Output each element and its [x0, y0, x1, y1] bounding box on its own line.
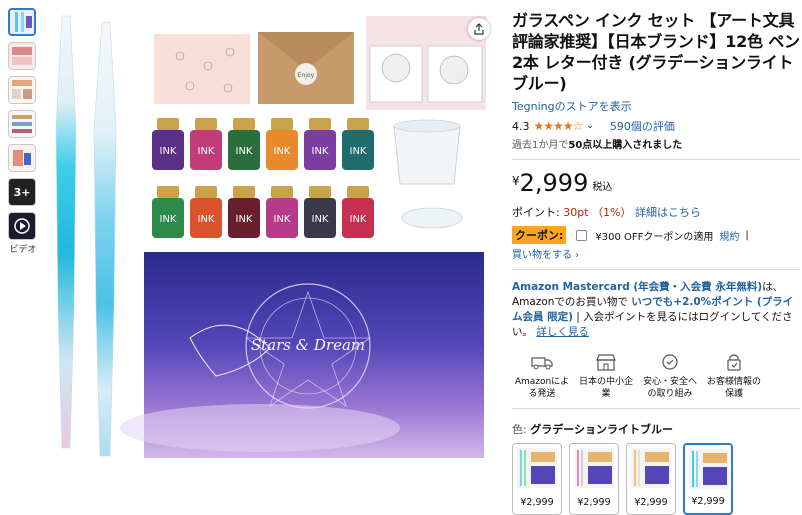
- play-icon: [14, 218, 30, 234]
- bottle-label: INK: [274, 146, 291, 157]
- feature-amazon-shipping[interactable]: Amazonによる発送: [512, 352, 572, 400]
- envelope: Enjoy: [258, 32, 354, 104]
- variant-image: [574, 448, 614, 488]
- bottle-cap: [347, 186, 369, 198]
- envelope-seal-text: Enjoy: [298, 72, 315, 79]
- video-label: ビデオ: [9, 245, 37, 255]
- feature-privacy[interactable]: お客様情報の保護: [704, 352, 764, 400]
- bottle-label: INK: [236, 146, 253, 157]
- bottle-cap: [347, 118, 369, 130]
- coupon-text: ¥300 OFFクーポンの適用: [595, 231, 714, 243]
- bottle-label: INK: [236, 214, 253, 225]
- bottle-cap: [157, 186, 179, 198]
- bottle-cap: [195, 186, 217, 198]
- color-swatches: ¥2,999 ¥2,999 ¥2,999 ¥2,999: [512, 443, 800, 515]
- bottle-cap: [157, 118, 179, 130]
- coupon-separator: |: [745, 229, 749, 241]
- truck-icon: [531, 357, 553, 370]
- shop-icon: [596, 354, 616, 371]
- variant-image: [689, 449, 729, 489]
- price-symbol: ¥: [512, 174, 520, 188]
- bottle-label: INK: [350, 146, 367, 157]
- continue-shopping-link[interactable]: 買い物をする ›: [512, 246, 800, 261]
- variant-image: [517, 448, 557, 488]
- rating-row: 4.3 ★★★★☆ ⌄ 590個の評価: [512, 118, 800, 134]
- variant-image: [631, 448, 671, 488]
- chevron-down-icon[interactable]: ⌄: [586, 121, 594, 131]
- product-info: ガラスペン インク セット 【アート文具評論家推奨】【日本ブランド】12色 ペン…: [512, 10, 800, 515]
- bottle-label: INK: [312, 146, 329, 157]
- points-details-link[interactable]: 詳細はこちら: [635, 206, 701, 219]
- mastercard-promo: Amazon Mastercard (年会費・入会費 永年無料)は、Amazon…: [512, 281, 794, 338]
- variant-swatch[interactable]: ¥2,999: [512, 443, 562, 515]
- variant-swatch[interactable]: ¥2,999: [569, 443, 619, 515]
- share-icon: [474, 23, 484, 35]
- bottle-cap: [195, 118, 217, 130]
- tax-label: 税込: [592, 182, 613, 193]
- bottle-label: INK: [312, 214, 329, 225]
- divider: [512, 159, 800, 160]
- variant-swatch-selected[interactable]: ¥2,999: [683, 443, 733, 515]
- coupon-row: クーポン: ¥300 OFFクーポンの適用 規約 |: [512, 226, 800, 244]
- points-value: 30pt （1%）: [563, 206, 632, 219]
- bottle-cap: [309, 118, 331, 130]
- lock-icon: [727, 354, 741, 371]
- price: 2,999: [519, 169, 589, 197]
- thumbnail-5[interactable]: [8, 144, 36, 172]
- coupon-checkbox[interactable]: [576, 229, 588, 241]
- coupon-terms-link[interactable]: 規約: [719, 228, 739, 243]
- variant-swatch[interactable]: ¥2,999: [626, 443, 676, 515]
- mastercard-name[interactable]: Amazon Mastercard (年会費・入会費 永年無料): [512, 281, 762, 293]
- learn-more-link[interactable]: 詳しく見る: [536, 326, 589, 338]
- bottle-cap: [271, 186, 293, 198]
- bottle-cap: [309, 186, 331, 198]
- feature-japan-sme[interactable]: 日本の中小企業: [576, 352, 636, 400]
- letter-card: [154, 34, 250, 104]
- bottle-label: INK: [160, 214, 177, 225]
- divider: [512, 408, 800, 409]
- feature-safety[interactable]: 安心・安全への取り組み: [640, 352, 700, 400]
- review-count-link[interactable]: 590個の評価: [610, 118, 675, 134]
- bottle-label: INK: [350, 214, 367, 225]
- thumbnail-1[interactable]: [8, 8, 36, 36]
- thumbnail-3[interactable]: [8, 76, 36, 104]
- bottle-label: INK: [198, 214, 215, 225]
- bottle-cap: [271, 118, 293, 130]
- bottle-label: INK: [274, 214, 291, 225]
- share-button[interactable]: [468, 18, 490, 40]
- color-label: 色: グラデーションライトブルー: [512, 423, 673, 436]
- box-title: Stars & Dream: [251, 336, 365, 354]
- rating-value: 4.3: [512, 119, 530, 133]
- thumbnail-2[interactable]: [8, 42, 36, 70]
- bottle-cap: [233, 118, 255, 130]
- thumbnail-more[interactable]: 3+: [8, 178, 36, 206]
- main-product-image[interactable]: Enjoy INK INK INK INK INK INK INK INK INK INK INK…: [40, 8, 492, 464]
- price-row: ¥ 2,999 税込: [512, 170, 800, 196]
- coupon-badge: クーポン:: [512, 226, 567, 244]
- bottle-label: INK: [198, 146, 215, 157]
- store-link[interactable]: Tegningのストアを表示: [512, 98, 800, 114]
- bottle-label: INK: [160, 146, 177, 157]
- bought-in-past-month: 過去1か月で50点以上購入されました: [512, 140, 683, 151]
- badge-icon: [662, 354, 678, 370]
- gift-box: Stars & Dream: [120, 252, 484, 458]
- divider: [512, 269, 800, 270]
- feature-icons: Amazonによる発送 日本の中小企業 安心・安全への取り組み お客様情報の保護: [512, 352, 800, 400]
- thumbnail-4[interactable]: [8, 110, 36, 138]
- points-row: ポイント: 30pt （1%） 詳細はこちら: [512, 206, 701, 219]
- bottle-cap: [233, 186, 255, 198]
- star-rating-icon[interactable]: ★★★★☆: [534, 119, 584, 133]
- product-title: ガラスペン インク セット 【アート文具評論家推奨】【日本ブランド】12色 ペン…: [512, 11, 800, 93]
- thumbnail-video[interactable]: [8, 212, 36, 240]
- thumbnail-strip: 3+ ビデオ: [8, 8, 38, 255]
